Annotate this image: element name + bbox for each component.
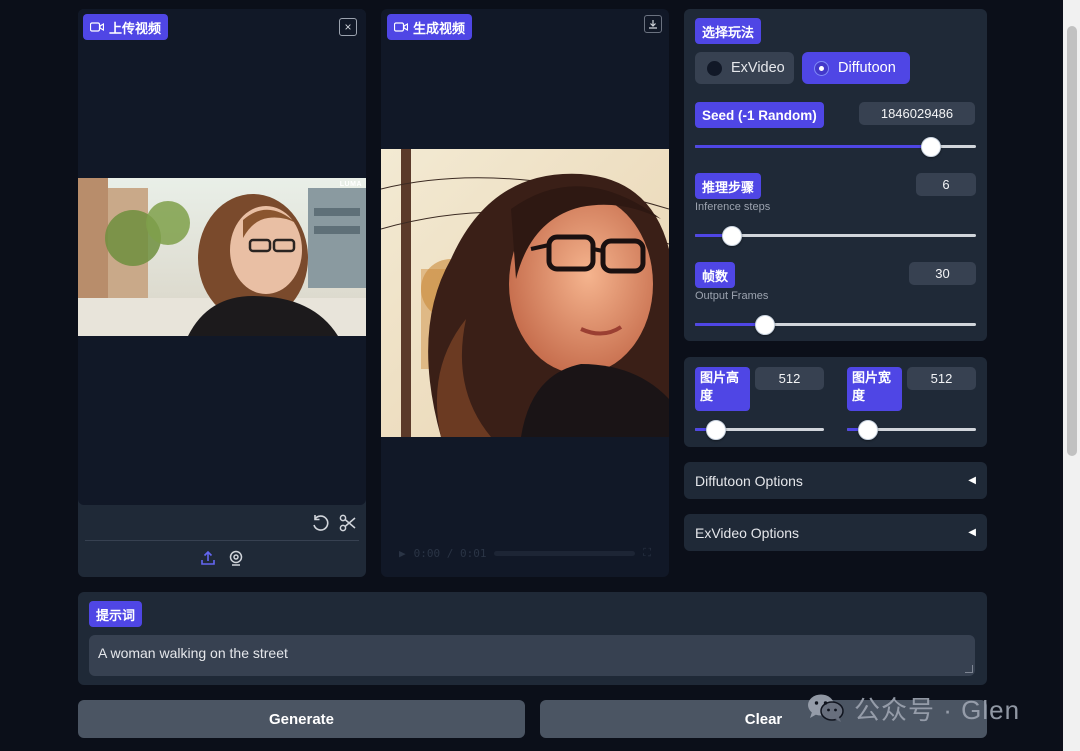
radio-off-icon [707, 60, 722, 76]
upload-video-label-text: 上传视频 [109, 20, 162, 36]
accordion-label: Diffutoon Options [695, 472, 803, 489]
prompt-label-text: 提示词 [96, 607, 136, 623]
mode-option-label: Diffutoon [838, 60, 896, 76]
steps-label-text: 推理步骤 [702, 179, 755, 195]
diffutoon-options-accordion[interactable]: Diffutoon Options ◀ [684, 462, 987, 499]
seed-slider[interactable] [695, 137, 976, 157]
upload-video-preview: 上传视频 × LUMA [78, 9, 366, 505]
uploaded-video-image [78, 178, 366, 336]
upload-icon[interactable] [200, 550, 216, 566]
resize-handle-icon[interactable] [965, 665, 973, 673]
steps-label: 推理步骤 [695, 173, 762, 199]
mode-option-exvideo[interactable]: ExVideo [695, 52, 794, 84]
output-video-frame[interactable] [381, 149, 669, 437]
upload-video-label: 上传视频 [83, 14, 169, 40]
collapse-arrow-icon: ◀ [968, 527, 976, 538]
mode-label-text: 选择玩法 [702, 24, 755, 40]
image-size-panel: 图片高度 512 图片宽度 512 [684, 357, 987, 447]
mode-option-diffutoon[interactable]: Diffutoon [802, 52, 910, 84]
close-icon: × [344, 20, 352, 34]
prompt-input[interactable] [89, 635, 975, 676]
height-input[interactable]: 512 [755, 367, 824, 390]
accordion-label: ExVideo Options [695, 524, 800, 541]
width-slider[interactable] [847, 420, 976, 440]
player-progress-bar[interactable] [494, 550, 636, 556]
frames-label-text: 帧数 [702, 268, 729, 284]
slider-thumb[interactable] [857, 420, 878, 440]
uploaded-video-frame[interactable]: LUMA [78, 178, 366, 336]
height-slider[interactable] [695, 420, 824, 440]
output-video-label-text: 生成视频 [413, 20, 466, 36]
collapse-arrow-icon: ◀ [968, 475, 976, 486]
frames-input[interactable]: 30 [909, 262, 976, 285]
seed-label: Seed (-1 Random) [695, 102, 824, 128]
steps-sublabel: Inference steps [695, 201, 771, 213]
prompt-label: 提示词 [89, 601, 143, 627]
height-label-text: 图片高度 [700, 370, 740, 403]
slider-thumb[interactable] [755, 315, 776, 335]
height-label: 图片高度 [695, 367, 750, 411]
video-camera-icon [394, 22, 408, 32]
frames-label: 帧数 [695, 262, 736, 288]
video-source-selector [78, 550, 366, 566]
slider-thumb[interactable] [721, 226, 742, 246]
play-icon[interactable]: ▶ [399, 547, 406, 560]
generate-button[interactable]: Generate [78, 700, 525, 738]
video-player-controls: ▶ 0:00 / 0:01 ⛶ [399, 546, 651, 560]
webcam-icon[interactable] [228, 550, 244, 566]
radio-on-icon [814, 60, 829, 76]
player-time: 0:00 / 0:01 [413, 546, 487, 560]
close-video-button[interactable]: × [339, 18, 357, 36]
fullscreen-icon[interactable]: ⛶ [643, 546, 651, 560]
scissors-icon[interactable] [339, 514, 357, 532]
watermark-text: 公众号 · Glen [854, 694, 1021, 725]
output-video-label: 生成视频 [387, 14, 473, 40]
slider-thumb[interactable] [921, 137, 942, 157]
output-video-panel: 生成视频 ▶ 0:00 / 0:01 ⛶ [381, 9, 669, 577]
video-edit-toolbar [311, 514, 357, 532]
upload-divider [85, 540, 359, 541]
frames-sublabel: Output Frames [695, 290, 769, 302]
download-button[interactable] [644, 15, 662, 33]
steps-input[interactable]: 6 [916, 173, 976, 196]
wechat-watermark: 公众号 · Glen [806, 688, 1020, 728]
seed-input[interactable]: 1846029486 [859, 102, 975, 125]
frames-slider[interactable] [695, 315, 976, 335]
steps-slider[interactable] [695, 226, 976, 246]
upload-video-panel: 上传视频 × LUMA [78, 9, 366, 577]
wechat-icon [808, 694, 844, 722]
mode-label: 选择玩法 [695, 18, 762, 44]
page-scrollbar[interactable] [1063, 0, 1080, 751]
prompt-panel: 提示词 [78, 592, 987, 685]
width-input[interactable]: 512 [907, 367, 976, 390]
download-icon [649, 20, 657, 29]
exvideo-options-accordion[interactable]: ExVideo Options ◀ [684, 514, 987, 551]
mode-option-label: ExVideo [731, 60, 785, 76]
seed-label-text: Seed (-1 Random) [702, 107, 817, 123]
width-label: 图片宽度 [847, 367, 902, 411]
luma-watermark: LUMA [339, 181, 362, 188]
undo-icon[interactable] [311, 514, 329, 532]
width-label-text: 图片宽度 [852, 370, 892, 403]
slider-thumb[interactable] [705, 420, 726, 440]
video-camera-icon [90, 22, 104, 32]
generated-video-image [381, 149, 669, 437]
scrollbar-thumb[interactable] [1067, 26, 1077, 456]
settings-panel: 选择玩法 ExVideo Diffutoon Seed (-1 Random) … [684, 9, 987, 341]
